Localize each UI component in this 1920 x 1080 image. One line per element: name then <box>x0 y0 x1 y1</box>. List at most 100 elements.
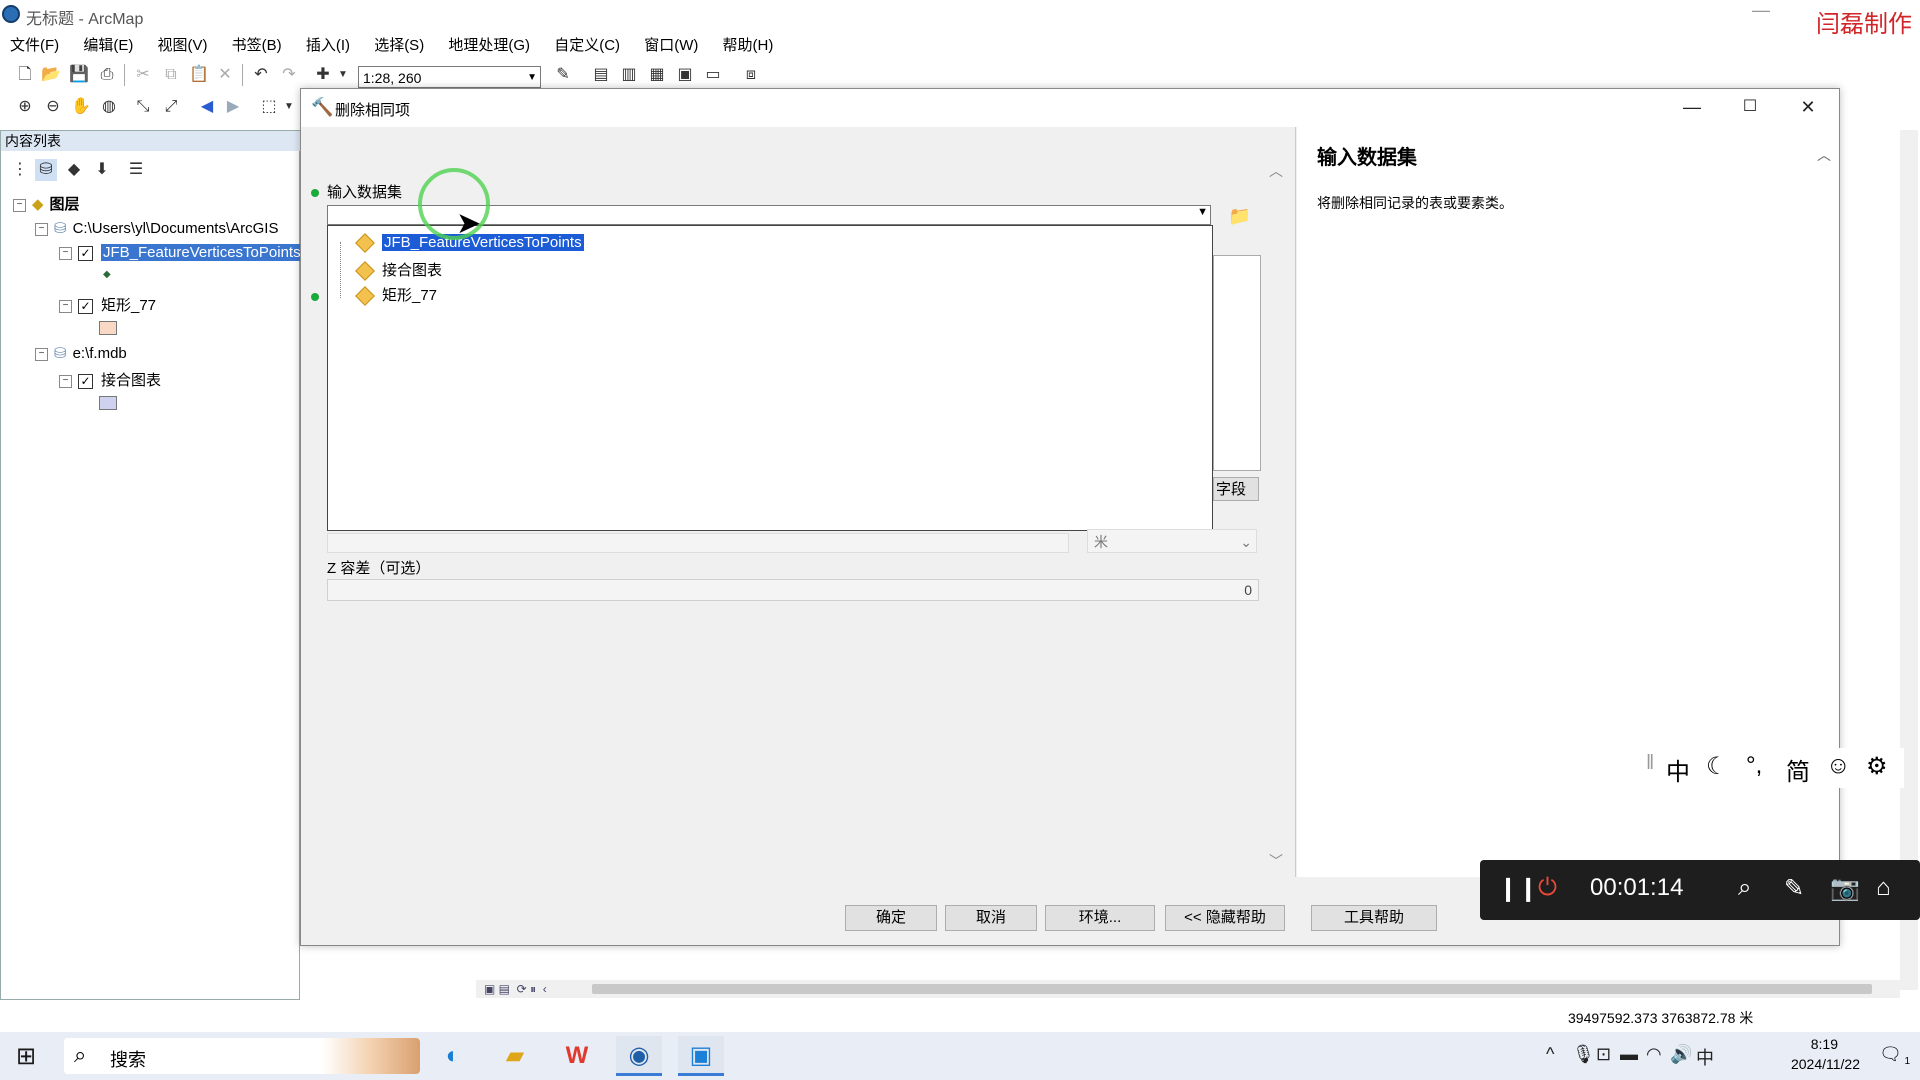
chevron-down-icon[interactable]: ▼ <box>527 67 537 89</box>
collapse-icon[interactable]: − <box>59 299 72 313</box>
menu-file[interactable]: 文件(F) <box>0 32 69 57</box>
clock-time[interactable]: 8:19 <box>1811 1036 1838 1052</box>
ime-language-toggle[interactable]: 中 <box>1666 752 1690 787</box>
back-arrow-icon[interactable]: ◀ <box>196 96 218 118</box>
fields-list[interactable] <box>1213 255 1261 471</box>
select-dropdown-icon[interactable]: ▼ <box>278 96 300 118</box>
emoji-icon[interactable]: ☺ <box>1826 752 1851 780</box>
layer-visibility-checkbox[interactable]: ✓ <box>78 298 93 314</box>
chevron-down-icon[interactable]: ▼ <box>1197 206 1208 218</box>
collapse-icon[interactable]: − <box>35 347 48 361</box>
list-by-selection-icon[interactable]: ⬇ <box>91 159 113 181</box>
tool-help-button[interactable]: 工具帮助 <box>1311 905 1437 931</box>
collapse-icon[interactable]: − <box>35 222 48 236</box>
dialog-close-icon[interactable]: ✕ <box>1793 95 1823 119</box>
menu-help[interactable]: 帮助(H) <box>713 32 784 57</box>
menu-view[interactable]: 视图(V) <box>148 32 218 57</box>
model-builder-icon[interactable]: ⧈ <box>740 64 762 86</box>
dialog-minimize-icon[interactable]: — <box>1677 95 1707 119</box>
menu-selection[interactable]: 选择(S) <box>364 32 434 57</box>
battery-icon[interactable]: ▬ <box>1620 1044 1638 1065</box>
toc-layer-row[interactable]: − ✓ 接合图表 <box>59 369 161 390</box>
camera-icon[interactable]: 📷 <box>1830 874 1860 903</box>
recorder-taskbar-icon[interactable]: ▣ <box>678 1036 724 1076</box>
browse-folder-icon[interactable]: 📁 <box>1225 203 1255 229</box>
search-icon[interactable]: ⌕ <box>1738 874 1751 902</box>
file-explorer-icon[interactable]: ▰ <box>492 1036 538 1076</box>
dropdown-item[interactable]: 接合图表 <box>355 259 442 281</box>
print-icon[interactable]: ⎙ <box>96 64 118 86</box>
menu-windows[interactable]: 窗口(W) <box>634 32 708 57</box>
python-window-icon[interactable]: ▭ <box>702 64 724 86</box>
undo-icon[interactable]: ↶ <box>250 64 272 86</box>
collapse-icon[interactable]: − <box>59 246 72 260</box>
table-of-contents-icon[interactable]: ▤ <box>590 64 612 86</box>
hide-help-button[interactable]: << 隐藏帮助 <box>1165 905 1285 931</box>
zoom-in-icon[interactable]: ⊕ <box>14 96 36 118</box>
dropdown-item[interactable]: 矩形_77 <box>355 284 437 306</box>
taskbar-search-box[interactable]: ⌕ 搜索 <box>64 1038 420 1074</box>
gear-icon[interactable]: ⚙ <box>1866 752 1888 781</box>
menu-customize[interactable]: 自定义(C) <box>544 32 630 57</box>
scrollbar-thumb[interactable] <box>592 984 1872 994</box>
add-data-icon[interactable]: ✚ <box>312 64 334 86</box>
toc-root-row[interactable]: − ◆ 图层 <box>13 193 80 214</box>
list-by-visibility-icon[interactable]: ◆ <box>63 159 85 181</box>
pause-icon[interactable]: ❙❙ <box>1498 874 1538 903</box>
fixed-zoom-out-icon[interactable]: ⤢ <box>160 96 182 118</box>
scroll-down-icon[interactable]: ﹀ <box>1269 851 1283 871</box>
wifi-icon[interactable]: ◠ <box>1646 1044 1662 1065</box>
redo-icon[interactable]: ↷ <box>278 64 300 86</box>
network-icon[interactable]: ⊡ <box>1596 1044 1611 1065</box>
ok-button[interactable]: 确定 <box>845 905 937 931</box>
home-icon[interactable]: ⌂ <box>1876 874 1891 902</box>
menu-edit[interactable]: 编辑(E) <box>73 32 143 57</box>
open-folder-icon[interactable]: 📂 <box>40 64 62 86</box>
environments-button[interactable]: 环境... <box>1045 905 1155 931</box>
toc-layer-label[interactable]: JFB_FeatureVerticesToPoints <box>101 244 303 261</box>
toc-group-row[interactable]: − ⛁ C:\Users\yl\Documents\ArcGIS <box>35 219 278 237</box>
stop-power-icon[interactable]: ⏻ <box>1538 874 1557 902</box>
save-icon[interactable]: 💾 <box>68 64 90 86</box>
map-scale-combo[interactable]: 1:28, 260 ▼ <box>358 66 541 88</box>
copy-icon[interactable]: ⧉ <box>160 64 182 86</box>
drag-handle-icon[interactable]: ‖ <box>1646 752 1654 775</box>
microphone-icon[interactable]: 🎙 <box>1572 1044 1595 1065</box>
collapse-icon[interactable]: − <box>59 374 72 388</box>
catalog-window-icon[interactable]: ▥ <box>618 64 640 86</box>
toc-group-row[interactable]: − ⛁ e:\f.mdb <box>35 344 127 362</box>
layer-visibility-checkbox[interactable]: ✓ <box>78 373 93 389</box>
cut-icon[interactable]: ✂ <box>132 64 154 86</box>
layout-view-buttons[interactable]: ▣ ▤ ⟳ ⏸ ‹ <box>484 982 547 997</box>
minimize-icon[interactable]: — <box>1752 0 1770 21</box>
forward-arrow-icon[interactable]: ▶ <box>222 96 244 118</box>
windows-start-icon[interactable]: ⊞ <box>16 1042 36 1071</box>
ime-indicator[interactable]: 中 <box>1696 1044 1714 1070</box>
parameters-scrollbar[interactable]: ︿ ﹀ <box>1267 161 1287 871</box>
toc-layer-row[interactable]: − ✓ 矩形_77 <box>59 294 156 315</box>
list-by-source-icon[interactable]: ⛁ <box>35 159 57 181</box>
editor-toolbar-icon[interactable]: ✎ <box>552 64 574 86</box>
list-by-drawing-order-icon[interactable]: ⋮ <box>9 159 31 181</box>
tolerance-unit-select[interactable]: 米 ⌄ <box>1087 529 1257 553</box>
xy-tolerance-input[interactable] <box>327 533 1069 553</box>
fixed-zoom-in-icon[interactable]: ⤡ <box>132 96 154 118</box>
wps-office-icon[interactable]: W <box>554 1036 600 1076</box>
clock-date[interactable]: 2024/11/22 <box>1791 1056 1860 1072</box>
cancel-button[interactable]: 取消 <box>945 905 1037 931</box>
new-document-icon[interactable]: 🗋 <box>14 64 36 86</box>
arcmap-taskbar-icon[interactable]: ◉ <box>616 1036 662 1076</box>
select-features-icon[interactable]: ⬚ <box>258 96 280 118</box>
menu-geoprocessing[interactable]: 地理处理(G) <box>438 32 540 57</box>
zoom-out-icon[interactable]: ⊖ <box>42 96 64 118</box>
z-tolerance-input[interactable]: 0 <box>327 579 1259 601</box>
collapse-icon[interactable]: − <box>13 198 26 212</box>
fields-button[interactable]: 字段 <box>1213 477 1259 501</box>
arctoolbox-icon[interactable]: ▣ <box>674 64 696 86</box>
dataset-dropdown-list[interactable]: JFB_FeatureVerticesToPoints 接合图表 矩形_77 <box>327 225 1213 531</box>
menu-bookmarks[interactable]: 书签(B) <box>222 32 292 57</box>
paste-icon[interactable]: 📋 <box>188 64 210 86</box>
edge-browser-icon[interactable]: ◐ <box>430 1036 476 1076</box>
scroll-up-icon[interactable]: ︿ <box>1817 145 1831 165</box>
chevron-down-icon[interactable]: ⌄ <box>1240 530 1252 554</box>
